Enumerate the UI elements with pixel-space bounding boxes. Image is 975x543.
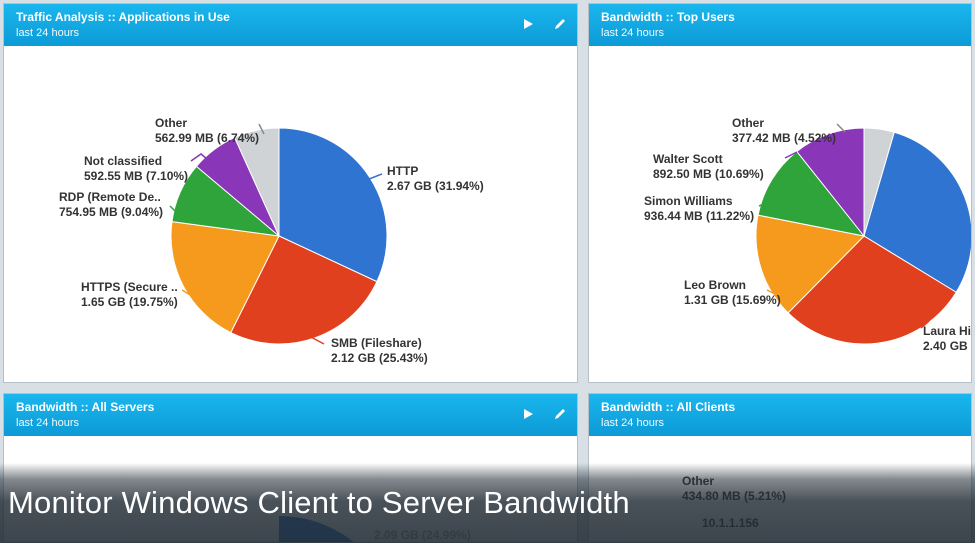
edit-icon[interactable]	[553, 17, 567, 34]
label-servers-partial: 2.09 GB (24.99%)	[374, 528, 471, 542]
label-https: HTTPS (Secure .. 1.65 GB (19.75%)	[81, 280, 178, 310]
panel-header-topusers: Bandwidth :: Top Users last 24 hours	[589, 4, 971, 46]
chart-topusers: Other 377.42 MB (4.52%) Walter Scott 892…	[589, 46, 971, 382]
panel-header-clients: Bandwidth :: All Clients last 24 hours	[589, 394, 971, 436]
label-laura: Laura Hig 2.40 GB (	[923, 324, 972, 354]
label-notclassified: Not classified 592.55 MB (7.10%)	[84, 154, 188, 184]
panel-title: Bandwidth :: Top Users	[601, 9, 735, 25]
label-rdp: RDP (Remote De.. 754.95 MB (9.04%)	[59, 190, 163, 220]
label-clients-other: Other 434.80 MB (5.21%)	[682, 474, 786, 504]
label-leo: Leo Brown 1.31 GB (15.69%)	[684, 278, 781, 308]
panel-title: Bandwidth :: All Servers	[16, 399, 154, 415]
panel-subtitle: last 24 hours	[16, 416, 154, 431]
chart-clients: Other 434.80 MB (5.21%) 10.1.1.156	[589, 436, 971, 542]
panel-clients: Bandwidth :: All Clients last 24 hours O…	[588, 393, 972, 543]
panel-topusers: Bandwidth :: Top Users last 24 hours Oth…	[588, 3, 972, 383]
panel-servers: Bandwidth :: All Servers last 24 hours 2…	[3, 393, 578, 543]
panel-subtitle: last 24 hours	[16, 26, 230, 41]
play-icon[interactable]	[521, 17, 535, 34]
label-simon: Simon Williams 936.44 MB (11.22%)	[644, 194, 754, 224]
play-icon[interactable]	[521, 407, 535, 424]
label-users-other: Other 377.42 MB (4.52%)	[732, 116, 836, 146]
panel-apps: Traffic Analysis :: Applications in Use …	[3, 3, 578, 383]
label-other: Other 562.99 MB (6.74%)	[155, 116, 259, 146]
panel-title: Traffic Analysis :: Applications in Use	[16, 9, 230, 25]
panel-header-servers: Bandwidth :: All Servers last 24 hours	[4, 394, 577, 436]
label-walter: Walter Scott 892.50 MB (10.69%)	[653, 152, 764, 182]
label-smb: SMB (Fileshare) 2.12 GB (25.43%)	[331, 336, 428, 366]
panel-title: Bandwidth :: All Clients	[601, 399, 735, 415]
panel-subtitle: last 24 hours	[601, 416, 735, 431]
label-clients-ip: 10.1.1.156	[702, 516, 759, 531]
chart-servers: 2.09 GB (24.99%)	[4, 436, 577, 542]
panel-subtitle: last 24 hours	[601, 26, 735, 41]
chart-apps: HTTP 2.67 GB (31.94%) SMB (Fileshare) 2.…	[4, 46, 577, 382]
edit-icon[interactable]	[553, 407, 567, 424]
panel-header-apps: Traffic Analysis :: Applications in Use …	[4, 4, 577, 46]
label-http: HTTP 2.67 GB (31.94%)	[387, 164, 484, 194]
